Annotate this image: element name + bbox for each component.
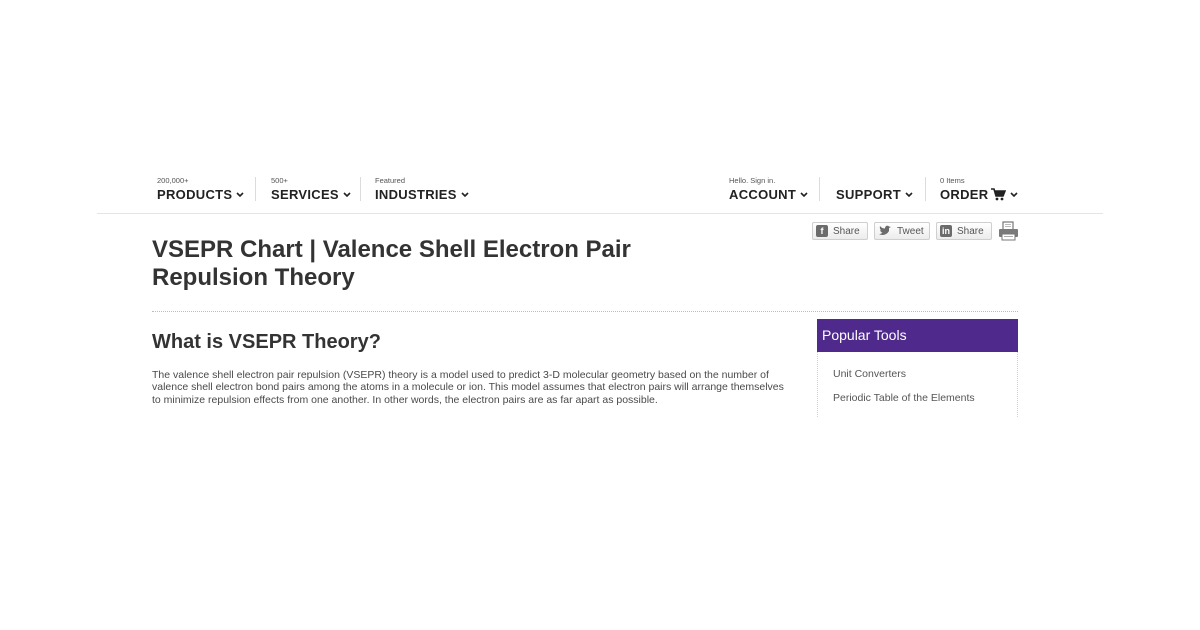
chevron-down-icon xyxy=(236,191,244,197)
sidebar-title: Popular Tools xyxy=(817,319,1018,352)
nav-services[interactable]: 500+ SERVICES xyxy=(271,176,351,208)
nav-industries-tag: Featured xyxy=(375,176,406,185)
twitter-tweet-label: Tweet xyxy=(897,225,924,237)
facebook-share-label: Share xyxy=(833,225,860,237)
chevron-down-icon xyxy=(800,191,808,197)
sidebar-link-unit-converters[interactable]: Unit Converters xyxy=(833,352,1017,380)
nav-products[interactable]: 200,000+ PRODUCTS xyxy=(157,176,244,208)
nav-account-label: ACCOUNT xyxy=(729,187,797,202)
section-heading: What is VSEPR Theory? xyxy=(152,331,381,353)
cart-item-count: 0 Items xyxy=(940,176,965,185)
facebook-icon: f xyxy=(816,225,828,237)
popular-tools-sidebar: Popular Tools Unit Converters Periodic T… xyxy=(817,319,1018,417)
nav-account[interactable]: Hello. Sign in. ACCOUNT xyxy=(729,176,808,208)
nav-divider xyxy=(97,213,1103,214)
shopping-cart-icon xyxy=(991,188,1007,201)
facebook-share-button[interactable]: f Share xyxy=(812,222,868,240)
nav-support[interactable]: SUPPORT xyxy=(836,176,913,208)
nav-order-label: ORDER xyxy=(940,187,989,202)
nav-industries-label: INDUSTRIES xyxy=(375,187,457,202)
nav-separator xyxy=(360,177,361,201)
nav-industries[interactable]: Featured INDUSTRIES xyxy=(375,176,469,208)
twitter-tweet-button[interactable]: Tweet xyxy=(874,222,930,240)
chevron-down-icon xyxy=(343,191,351,197)
linkedin-share-button[interactable]: in Share xyxy=(936,222,992,240)
nav-products-label: PRODUCTS xyxy=(157,187,233,202)
nav-products-count: 200,000+ xyxy=(157,176,189,185)
nav-separator xyxy=(925,177,926,201)
intro-paragraph: The valence shell electron pair repulsio… xyxy=(152,369,784,406)
printer-icon[interactable] xyxy=(998,221,1019,241)
nav-services-count: 500+ xyxy=(271,176,288,185)
linkedin-icon: in xyxy=(940,225,952,237)
sidebar-link-periodic-table[interactable]: Periodic Table of the Elements xyxy=(833,380,1017,404)
twitter-icon xyxy=(879,225,891,235)
nav-separator xyxy=(819,177,820,201)
chevron-down-icon xyxy=(1010,191,1019,197)
nav-support-label: SUPPORT xyxy=(836,187,901,202)
nav-order[interactable]: 0 Items ORDER xyxy=(940,176,1019,208)
nav-account-greeting: Hello. Sign in. xyxy=(729,176,776,185)
title-divider xyxy=(152,311,1018,312)
chevron-down-icon xyxy=(905,191,913,197)
chevron-down-icon xyxy=(461,191,469,197)
nav-support-small xyxy=(836,176,913,185)
page-title: VSEPR Chart | Valence Shell Electron Pai… xyxy=(152,236,631,291)
nav-services-label: SERVICES xyxy=(271,187,339,202)
linkedin-share-label: Share xyxy=(957,225,984,237)
nav-separator xyxy=(255,177,256,201)
